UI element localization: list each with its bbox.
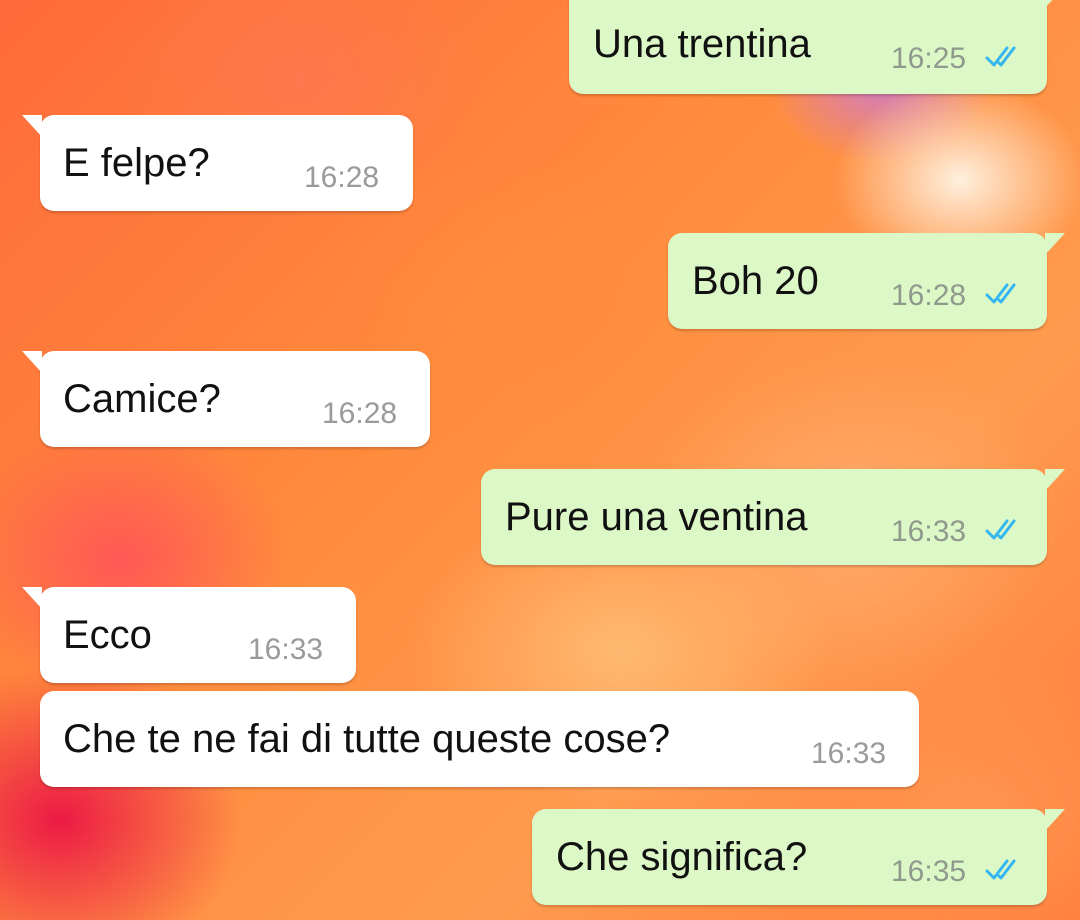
message-text: Camice?: [63, 377, 221, 421]
bubble-tail: [1045, 809, 1065, 831]
message-time: 16:28: [304, 161, 380, 194]
read-double-check-icon: [985, 283, 1016, 304]
bubble-tail: [1045, 233, 1065, 255]
message-bubble-incoming[interactable]: E felpe? 16:28: [22, 115, 413, 211]
read-double-check-icon: [985, 46, 1016, 67]
bubble-tail: [22, 115, 42, 137]
message-time: 16:33: [891, 515, 967, 548]
message-text: Una trentina: [593, 22, 811, 66]
message-bubble-outgoing[interactable]: Boh 20 16:28: [668, 233, 1065, 329]
message-text: Pure una ventina: [505, 495, 808, 539]
message-bubble-incoming[interactable]: Ecco 16:33: [22, 587, 356, 683]
bubble-tail: [1045, 0, 1065, 8]
message-text: Ecco: [63, 613, 152, 657]
bubble-tail: [1045, 469, 1065, 491]
message-text: Boh 20: [692, 259, 819, 303]
message-bubble-outgoing[interactable]: Che significa? 16:35: [532, 809, 1065, 905]
message-time: 16:28: [322, 397, 398, 430]
message-text: Che te ne fai di tutte queste cose?: [63, 717, 671, 761]
message-text: E felpe?: [63, 141, 210, 185]
message-time: 16:25: [891, 42, 967, 75]
read-double-check-icon: [985, 859, 1016, 880]
message-bubble-incoming[interactable]: Che te ne fai di tutte queste cose? 16:3…: [40, 691, 919, 787]
message-bubble-outgoing[interactable]: Pure una ventina 16:33: [481, 469, 1065, 565]
read-double-check-icon: [985, 519, 1016, 540]
message-bubble-incoming[interactable]: Camice? 16:28: [22, 351, 430, 447]
message-text: Che significa?: [556, 835, 808, 879]
chat-conversation: Una trentina 16:25 E felpe? 16:28 Boh 20…: [0, 0, 1080, 920]
message-time: 16:33: [248, 633, 324, 666]
bubble-tail: [22, 351, 42, 373]
message-time: 16:33: [811, 737, 887, 770]
message-time: 16:28: [891, 279, 967, 312]
message-time: 16:35: [891, 855, 967, 888]
bubble-tail: [22, 587, 42, 609]
message-bubble-outgoing[interactable]: Una trentina 16:25: [569, 0, 1065, 94]
